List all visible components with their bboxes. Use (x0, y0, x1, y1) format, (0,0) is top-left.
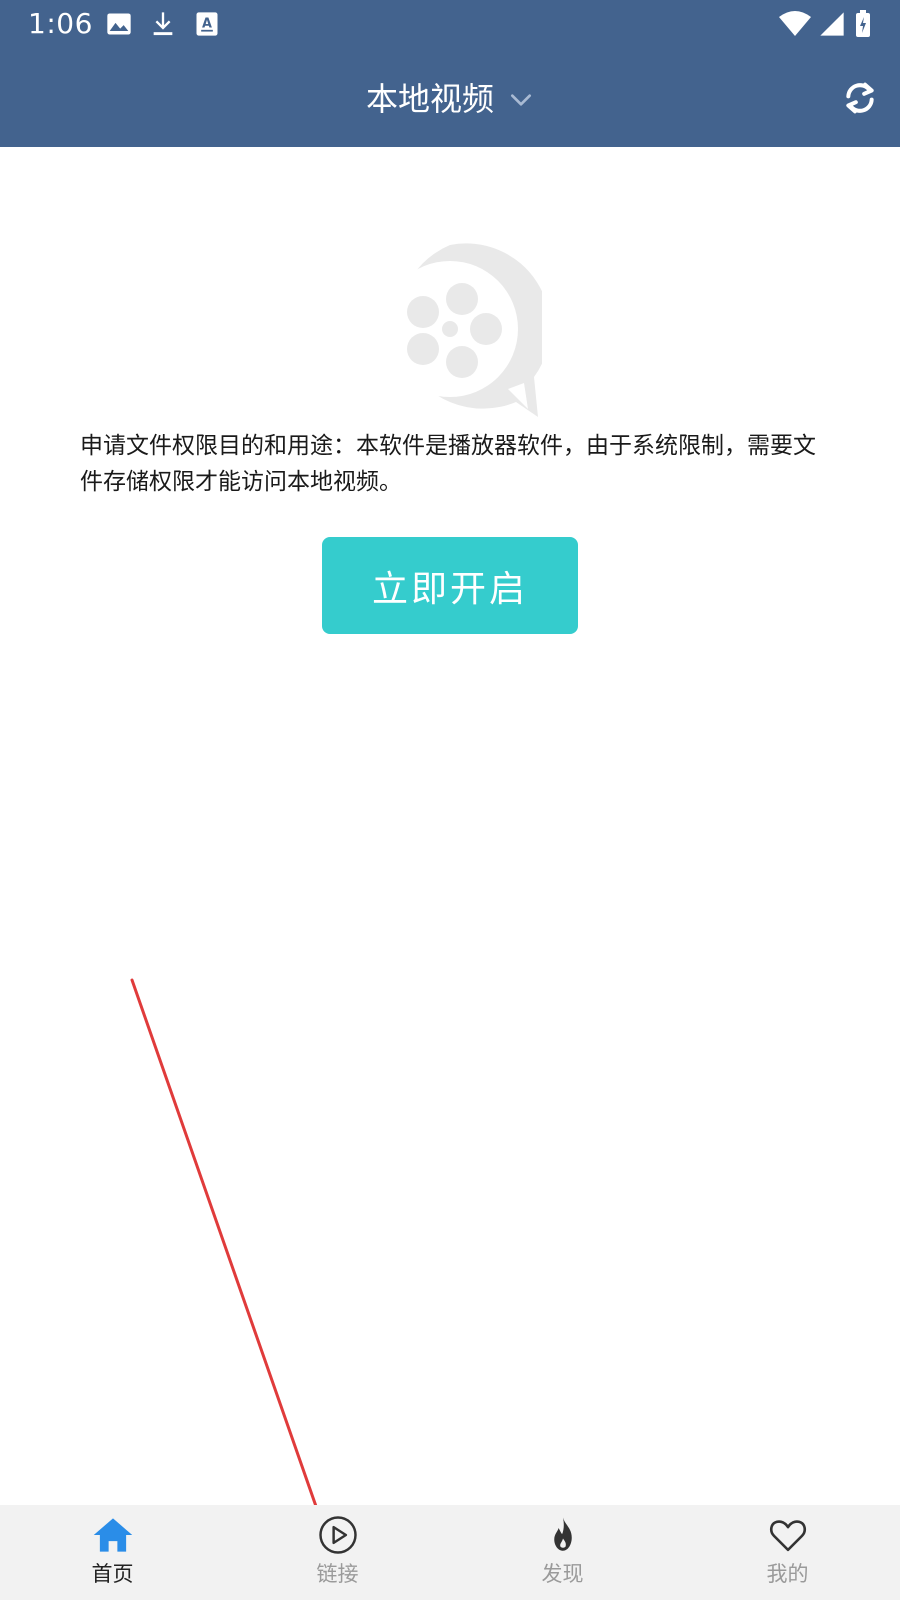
home-icon (92, 1514, 134, 1556)
text-icon: A (193, 10, 221, 38)
app-screen: 1:06 A 本地视频 申请文件权限目的和用途：本软件是播放器软件，由于系统限制… (0, 0, 900, 1600)
status-time: 1:06 (28, 7, 93, 40)
nav-label-mine: 我的 (766, 1562, 809, 1586)
video-reel-icon (358, 237, 542, 421)
flame-icon (542, 1514, 584, 1556)
app-header: 本地视频 (0, 50, 900, 147)
status-bar: 1:06 A (0, 0, 900, 50)
nav-label-discover: 发现 (541, 1562, 584, 1586)
wifi-icon (778, 10, 812, 38)
chevron-down-icon (508, 87, 534, 113)
image-icon (105, 10, 133, 38)
nav-item-home[interactable]: 首页 (0, 1505, 225, 1600)
nav-item-link[interactable]: 链接 (225, 1505, 450, 1600)
page-title: 本地视频 (365, 79, 494, 118)
nav-label-link: 链接 (316, 1562, 359, 1586)
heart-icon (767, 1514, 809, 1556)
nav-item-discover[interactable]: 发现 (450, 1505, 675, 1600)
bottom-navigation: 首页 链接 发现 我的 (0, 1505, 900, 1600)
signal-icon (818, 10, 846, 38)
download-icon (149, 10, 177, 38)
refresh-button[interactable] (840, 78, 880, 118)
svg-text:A: A (202, 17, 212, 32)
play-circle-icon (317, 1514, 359, 1556)
nav-item-mine[interactable]: 我的 (675, 1505, 900, 1600)
battery-icon (852, 10, 874, 38)
top-bar: 1:06 A 本地视频 (0, 0, 900, 147)
permission-message: 申请文件权限目的和用途：本软件是播放器软件，由于系统限制，需要文件存储权限才能访… (80, 433, 816, 495)
refresh-icon (846, 82, 874, 114)
title-dropdown[interactable]: 本地视频 (0, 50, 900, 147)
enable-permission-button[interactable]: 立即开启 (322, 537, 578, 634)
nav-label-home: 首页 (91, 1562, 134, 1586)
